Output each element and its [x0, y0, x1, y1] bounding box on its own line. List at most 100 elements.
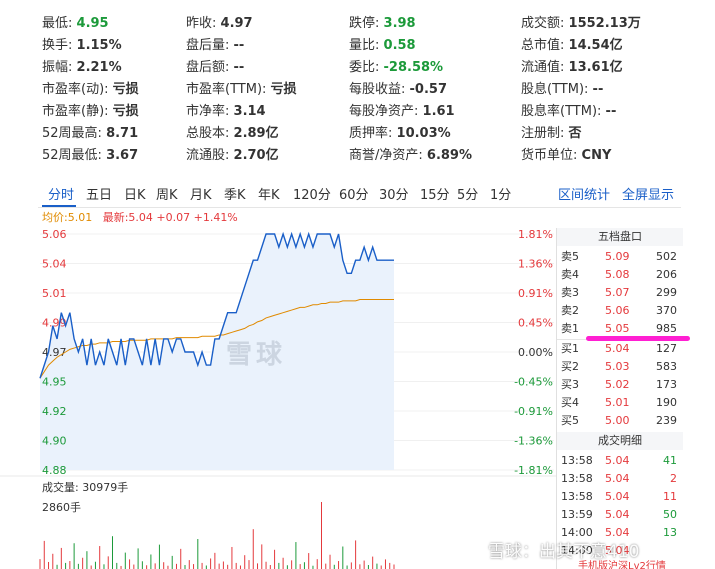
stat-item: 52周最高: 8.71 [42, 122, 138, 141]
ask-row[interactable]: 卖2 5.06 370 [557, 302, 683, 320]
pct-tick-label: -1.36% [514, 435, 553, 448]
stat-value: 3.14 [233, 104, 266, 119]
stat-label: 每股净资产: [349, 104, 419, 119]
ask-row[interactable]: 卖3 5.07 299 [557, 284, 683, 302]
stat-item: 跌停: 3.98 [349, 12, 416, 31]
stat-value: 否 [568, 126, 582, 141]
watermark-logo: 雪球 [226, 340, 287, 370]
lv2-promo-link[interactable]: 手机版沪深Lv2行情 [578, 557, 666, 569]
stats-row: 换手: 1.15% 盘后量: -- 量比: 0.58 总市值: 14.54亿 [0, 32, 715, 54]
stat-item: 市盈率(动): 亏损 [42, 78, 139, 97]
stat-item: 商誉/净资产: 6.89% [349, 144, 472, 163]
stat-value: -- [233, 38, 245, 53]
stat-label: 质押率: [349, 126, 393, 141]
highlight-mark [586, 336, 690, 341]
stat-value: 8.71 [106, 126, 139, 141]
bid-volume: 127 [656, 342, 677, 355]
tab-12[interactable]: 5分 [457, 184, 478, 203]
stat-value: 亏损 [112, 82, 139, 97]
fullscreen-button[interactable]: 全屏显示 [622, 184, 674, 203]
tab-9[interactable]: 60分 [339, 184, 369, 203]
stats-row: 振幅: 2.21% 盘后额: -- 委比: -28.58% 流通值: 13.61亿 [0, 54, 715, 76]
stats-row: 市盈率(动): 亏损 市盈率(TTM): 亏损 每股收益: -0.57 股息(TTM)… [0, 76, 715, 98]
bid-row[interactable]: 买1 5.04 127 [557, 340, 683, 358]
stat-value: 1.61 [422, 104, 455, 119]
tab-7[interactable]: 年K [258, 184, 280, 203]
stat-item: 市盈率(TTM): 亏损 [186, 78, 297, 97]
stat-item: 委比: -28.58% [349, 56, 443, 75]
volume-max-label: 2860手 [42, 501, 81, 514]
stats-row: 52周最低: 3.67 流通股: 2.70亿 商誉/净资产: 6.89% 货币单位: … [0, 142, 715, 164]
ask-volume: 370 [656, 304, 677, 317]
bid-row[interactable]: 买2 5.03 583 [557, 358, 683, 376]
tab-4[interactable]: 周K [156, 184, 178, 203]
stat-label: 市盈率(动): [42, 82, 109, 97]
stat-label: 52周最低: [42, 148, 102, 163]
stat-label: 股息(TTM): [521, 82, 589, 97]
range-stats-button[interactable]: 区间统计 [558, 184, 610, 203]
tab-11[interactable]: 15分 [420, 184, 450, 203]
tab-6[interactable]: 季K [224, 184, 246, 203]
bid-price: 5.02 [605, 378, 630, 391]
tab-3[interactable]: 日K [124, 184, 146, 203]
stat-label: 流通股: [186, 148, 230, 163]
stat-value: 亏损 [270, 82, 297, 97]
ask-label: 卖2 [561, 304, 579, 317]
bid-row[interactable]: 买5 5.00 239 [557, 412, 683, 430]
bid-row[interactable]: 买3 5.02 173 [557, 376, 683, 394]
stat-value: 6.89% [426, 148, 473, 163]
stat-label: 换手: [42, 38, 73, 53]
volume-label: 成交量: 30979手 [42, 481, 129, 494]
tab-1[interactable]: 分时 [48, 184, 74, 203]
stat-item: 每股净资产: 1.61 [349, 100, 455, 119]
stat-item: 成交额: 1552.13万 [521, 12, 641, 31]
tab-2[interactable]: 五日 [86, 184, 112, 203]
pct-tick-label: -0.91% [514, 405, 553, 418]
stat-value: CNY [581, 148, 612, 163]
stat-item: 货币单位: CNY [521, 144, 611, 163]
bid-row[interactable]: 买4 5.01 190 [557, 394, 683, 412]
stat-item: 注册制: 否 [521, 122, 582, 141]
pct-tick-label: 1.81% [518, 228, 553, 241]
stat-value: 13.61亿 [568, 60, 623, 75]
stat-item: 每股收益: -0.57 [349, 78, 447, 97]
price-tick-label: 5.06 [42, 228, 67, 241]
stat-label: 市净率: [186, 104, 230, 119]
price-tick-label: 4.97 [42, 346, 67, 359]
trade-volume: 13 [663, 526, 677, 539]
active-tab-underline [42, 205, 76, 207]
stat-value: 4.95 [76, 16, 109, 31]
ask-row[interactable]: 卖5 5.09 502 [557, 248, 683, 266]
stat-label: 振幅: [42, 60, 73, 75]
stat-value: 2.89亿 [233, 126, 279, 141]
bid-volume: 173 [656, 378, 677, 391]
ask-volume: 502 [656, 250, 677, 263]
stat-item: 股息(TTM): -- [521, 78, 603, 97]
tab-13[interactable]: 1分 [490, 184, 511, 203]
intraday-chart[interactable]: 5.065.045.014.994.974.954.924.904.881.81… [0, 222, 556, 569]
stat-item: 52周最低: 3.67 [42, 144, 138, 163]
stat-label: 市盈率(TTM): [186, 82, 267, 97]
stat-item: 市净率: 3.14 [186, 100, 266, 119]
trade-price: 5.04 [605, 508, 630, 521]
bid-volume: 239 [656, 414, 677, 427]
price-tick-label: 5.01 [42, 287, 67, 300]
ask-price: 5.07 [605, 286, 630, 299]
tab-10[interactable]: 30分 [379, 184, 409, 203]
stat-label: 总股本: [186, 126, 230, 141]
tab-8[interactable]: 120分 [293, 184, 331, 203]
trade-time: 13:59 [561, 508, 593, 521]
ask-volume: 206 [656, 268, 677, 281]
price-tick-label: 4.90 [42, 435, 67, 448]
stat-item: 盘后量: -- [186, 34, 244, 53]
price-tick-label: 4.95 [42, 376, 67, 389]
stat-value: 1552.13万 [568, 16, 641, 31]
stock-stats-panel: 最低: 4.95 昨收: 4.97 跌停: 3.98 成交额: 1552.13万 换手:… [0, 0, 715, 170]
ask-row[interactable]: 卖4 5.08 206 [557, 266, 683, 284]
stat-value: 1.15% [76, 38, 122, 53]
tab-5[interactable]: 月K [190, 184, 212, 203]
ask-label: 卖4 [561, 268, 579, 281]
pct-tick-label: 0.45% [518, 317, 553, 330]
bid-price: 5.00 [605, 414, 630, 427]
price-tick-label: 4.88 [42, 464, 67, 477]
